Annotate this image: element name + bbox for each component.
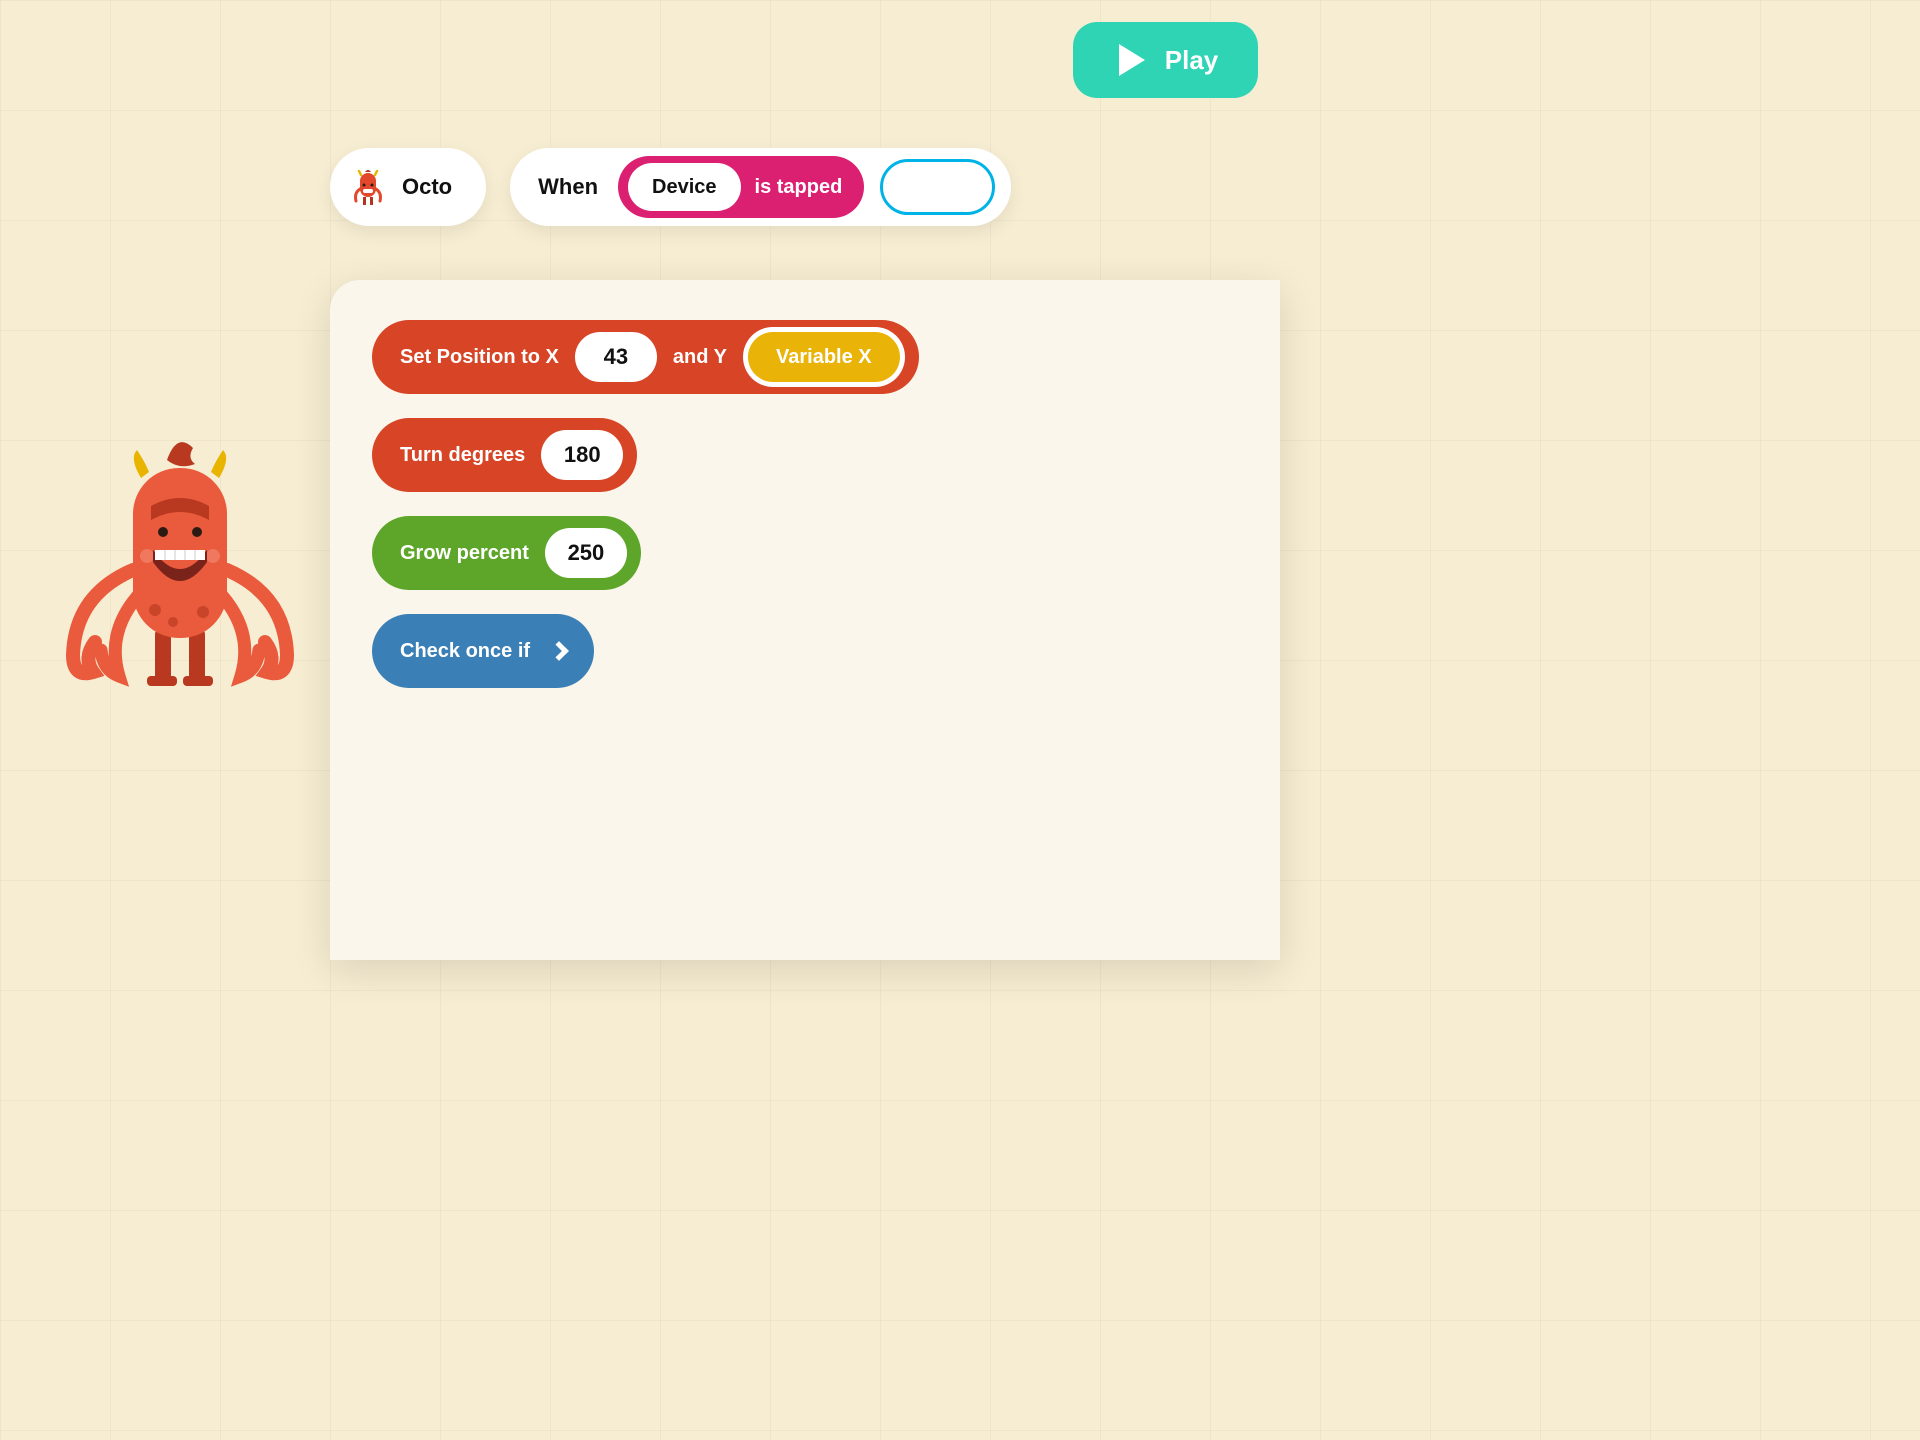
octo-icon (350, 167, 386, 207)
check-once-if-block[interactable]: Check once if (372, 614, 594, 688)
degrees-input[interactable]: 180 (541, 430, 623, 480)
percent-input[interactable]: 250 (545, 528, 627, 578)
object-name: Octo (402, 174, 452, 200)
rule-header: Octo When Device is tapped (330, 148, 1011, 226)
stage-character-octo[interactable] (55, 420, 305, 700)
set-position-block[interactable]: Set Position to X 43 and Y Variable X (372, 320, 919, 394)
when-block[interactable]: When Device is tapped (510, 148, 1011, 226)
block-label: Set Position to X (400, 346, 559, 369)
chevron-right-icon (549, 641, 569, 661)
x-value-input[interactable]: 43 (575, 332, 657, 382)
play-icon (1119, 44, 1145, 76)
event-action: is tapped (755, 176, 843, 199)
when-label: When (538, 174, 598, 200)
y-value-slot[interactable]: Variable X (743, 327, 905, 387)
event-pill[interactable]: Device is tapped (618, 156, 864, 218)
block-label: Grow percent (400, 542, 529, 565)
object-chip[interactable]: Octo (330, 148, 486, 226)
variable-pill[interactable]: Variable X (748, 332, 900, 382)
turn-degrees-block[interactable]: Turn degrees 180 (372, 418, 637, 492)
play-button[interactable]: Play (1073, 22, 1258, 98)
block-label: and Y (673, 346, 727, 369)
block-label: Turn degrees (400, 444, 525, 467)
code-panel: Set Position to X 43 and Y Variable X Tu… (330, 280, 1280, 960)
event-subject[interactable]: Device (628, 163, 741, 211)
block-label: Check once if (400, 640, 530, 663)
empty-parameter-slot[interactable] (880, 159, 995, 215)
grow-percent-block[interactable]: Grow percent 250 (372, 516, 641, 590)
play-label: Play (1165, 45, 1219, 76)
